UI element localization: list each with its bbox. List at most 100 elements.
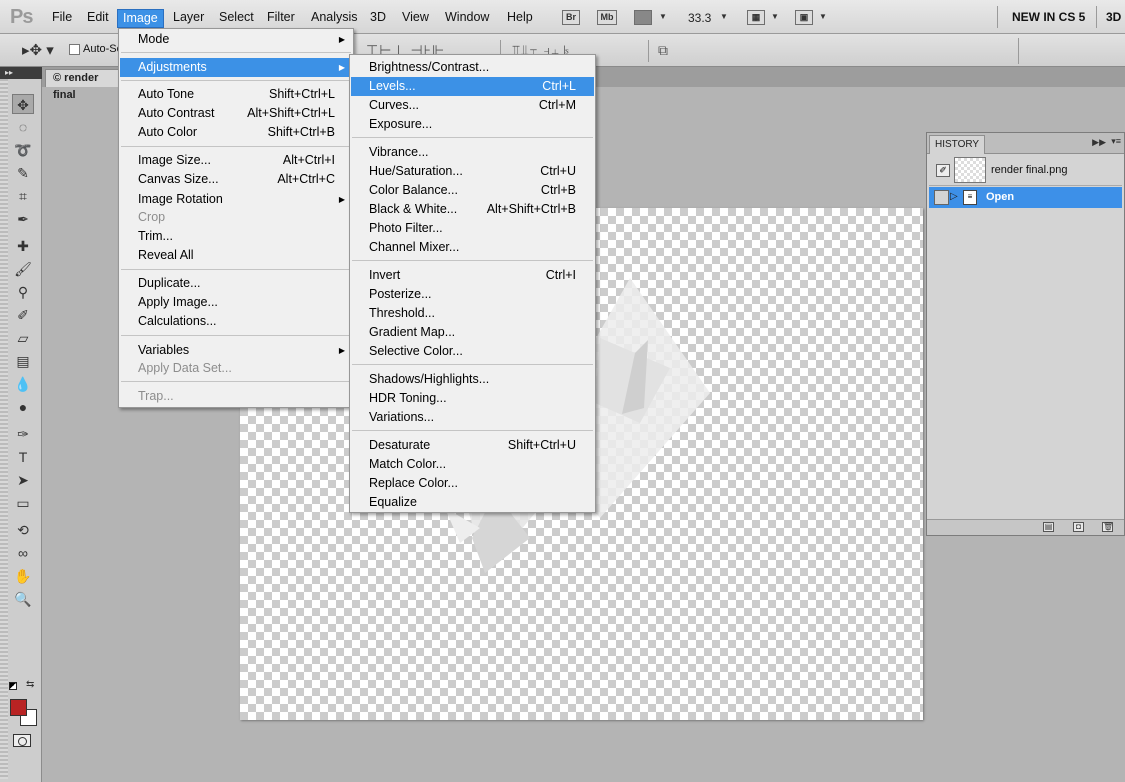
menu-item-duplicate[interactable]: Duplicate... bbox=[120, 274, 352, 293]
path-selection-tool-icon[interactable]: ➤ bbox=[12, 470, 34, 490]
bridge-icon[interactable]: Br bbox=[562, 10, 580, 25]
screen-mode-icon[interactable]: ▣ bbox=[795, 10, 813, 25]
menu-item-match-color[interactable]: Match Color... bbox=[351, 455, 594, 474]
mini-bridge-icon[interactable]: Mb bbox=[597, 10, 617, 25]
arrange-dropdown-icon[interactable]: ▼ bbox=[771, 12, 779, 21]
menu-item-image-rotation[interactable]: Image Rotation ▶ bbox=[120, 190, 352, 209]
menu-item-color-balance[interactable]: Color Balance... Ctrl+B bbox=[351, 181, 594, 200]
healing-brush-tool-icon[interactable]: ✚ bbox=[12, 236, 34, 256]
pen-tool-icon[interactable]: ✑ bbox=[12, 424, 34, 444]
menu-layer[interactable]: Layer bbox=[168, 9, 209, 27]
menu-item-reveal-all[interactable]: Reveal All bbox=[120, 246, 352, 265]
menu-item-auto-contrast[interactable]: Auto Contrast Alt+Shift+Ctrl+L bbox=[120, 104, 352, 123]
menu-item-variations[interactable]: Variations... bbox=[351, 408, 594, 427]
zoom-tool-icon[interactable]: 🔍 bbox=[12, 589, 34, 609]
workspace-3d[interactable]: 3D bbox=[1106, 10, 1121, 24]
menu-help[interactable]: Help bbox=[502, 9, 538, 27]
workspace-new-in-cs5[interactable]: NEW IN CS 5 bbox=[1012, 10, 1085, 24]
menu-filter[interactable]: Filter bbox=[262, 9, 300, 27]
lasso-tool-icon[interactable]: ➰ bbox=[12, 140, 34, 160]
menu-item-replace-color[interactable]: Replace Color... bbox=[351, 474, 594, 493]
blur-tool-icon[interactable]: 💧 bbox=[12, 374, 34, 394]
3d-rotate-tool-icon[interactable]: ⟲ bbox=[12, 520, 34, 540]
arrange-documents-icon[interactable]: ▦ bbox=[747, 10, 765, 25]
menu-item-trim[interactable]: Trim... bbox=[120, 227, 352, 246]
menu-edit[interactable]: Edit bbox=[82, 9, 114, 27]
collapse-panel-icon[interactable]: ▶▶ bbox=[1092, 137, 1106, 148]
3d-orbit-tool-icon[interactable]: ∞ bbox=[12, 543, 34, 563]
rectangle-tool-icon[interactable]: ▭ bbox=[12, 493, 34, 513]
eraser-tool-icon[interactable]: ▱ bbox=[12, 328, 34, 348]
menu-file[interactable]: File bbox=[47, 9, 77, 27]
eyedropper-tool-icon[interactable]: ✒ bbox=[12, 209, 34, 229]
menu-item-photo-filter[interactable]: Photo Filter... bbox=[351, 219, 594, 238]
menu-item-variables[interactable]: Variables ▶ bbox=[120, 341, 352, 360]
panel-grip[interactable] bbox=[0, 79, 8, 779]
menu-item-shadows-highlights[interactable]: Shadows/Highlights... bbox=[351, 370, 594, 389]
menu-item-adjustments[interactable]: Adjustments ▶ bbox=[120, 58, 352, 77]
menu-item-auto-tone[interactable]: Auto Tone Shift+Ctrl+L bbox=[120, 85, 352, 104]
marquee-tool-icon[interactable]: ◌ bbox=[12, 117, 34, 137]
auto-align-layers-icon[interactable]: ⧉ bbox=[658, 42, 669, 59]
menu-item-selective-color[interactable]: Selective Color... bbox=[351, 342, 594, 361]
menu-item-exposure[interactable]: Exposure... bbox=[351, 115, 594, 134]
new-document-from-state-icon[interactable]: ▤ bbox=[1043, 522, 1054, 532]
delete-state-icon[interactable]: 🗑 bbox=[1102, 522, 1113, 532]
menu-item-black-white[interactable]: Black & White... Alt+Shift+Ctrl+B bbox=[351, 200, 594, 219]
menu-3d[interactable]: 3D bbox=[365, 9, 391, 27]
extras-dropdown-icon[interactable]: ▼ bbox=[659, 12, 667, 21]
menu-item-vibrance[interactable]: Vibrance... bbox=[351, 143, 594, 162]
hand-tool-icon[interactable]: ✋ bbox=[12, 566, 34, 586]
crop-tool-icon[interactable]: ⌗ bbox=[12, 186, 34, 206]
menu-analysis[interactable]: Analysis bbox=[306, 9, 363, 27]
menu-item-gradient-map[interactable]: Gradient Map... bbox=[351, 323, 594, 342]
type-tool-icon[interactable]: T bbox=[12, 447, 34, 467]
menu-item-canvas-size[interactable]: Canvas Size... Alt+Ctrl+C bbox=[120, 170, 352, 189]
quick-selection-tool-icon[interactable]: ✎ bbox=[12, 163, 34, 183]
history-state-open[interactable]: ▷ ≡ Open bbox=[929, 187, 1122, 208]
menu-item-channel-mixer[interactable]: Channel Mixer... bbox=[351, 238, 594, 257]
menu-select[interactable]: Select bbox=[214, 9, 259, 27]
document-tab[interactable]: © render final bbox=[45, 69, 125, 101]
menu-item-hue-saturation[interactable]: Hue/Saturation... Ctrl+U bbox=[351, 162, 594, 181]
move-tool-icon[interactable]: ✥ bbox=[12, 94, 34, 114]
menu-window[interactable]: Window bbox=[440, 9, 494, 27]
foreground-color-swatch[interactable] bbox=[10, 699, 27, 716]
menu-item-apply-image[interactable]: Apply Image... bbox=[120, 293, 352, 312]
menu-item-curves[interactable]: Curves... Ctrl+M bbox=[351, 96, 594, 115]
menu-item-brightness-contrast[interactable]: Brightness/Contrast... bbox=[351, 58, 594, 77]
screen-mode-dropdown-icon[interactable]: ▼ bbox=[819, 12, 827, 21]
panel-menu-icon[interactable]: ▾≡ bbox=[1111, 136, 1121, 147]
zoom-dropdown-icon[interactable]: ▼ bbox=[720, 12, 728, 21]
history-brush-source-icon[interactable]: ✐ bbox=[936, 164, 950, 177]
dodge-tool-icon[interactable]: ● bbox=[12, 397, 34, 417]
auto-select-checkbox[interactable] bbox=[69, 44, 80, 55]
gradient-tool-icon[interactable]: ▤ bbox=[12, 351, 34, 371]
menu-item-threshold[interactable]: Threshold... bbox=[351, 304, 594, 323]
history-brush-source-icon[interactable] bbox=[934, 190, 949, 205]
quick-mask-icon[interactable] bbox=[13, 734, 31, 747]
menu-item-image-size[interactable]: Image Size... Alt+Ctrl+I bbox=[120, 151, 352, 170]
extras-icon[interactable] bbox=[634, 10, 652, 25]
menu-item-desaturate[interactable]: Desaturate Shift+Ctrl+U bbox=[351, 436, 594, 455]
history-snapshot-row[interactable]: ✐ render final.png bbox=[929, 156, 1122, 186]
menu-item-levels[interactable]: Levels... Ctrl+L bbox=[351, 77, 594, 96]
zoom-level[interactable]: 33.3 bbox=[688, 11, 711, 25]
clone-stamp-tool-icon[interactable]: ⚲ bbox=[12, 282, 34, 302]
menu-image[interactable]: Image bbox=[117, 9, 164, 28]
move-tool-preset-icon[interactable]: ▸✥ ▾ bbox=[22, 41, 54, 59]
create-snapshot-icon[interactable]: ◘ bbox=[1073, 522, 1084, 532]
menu-item-invert[interactable]: Invert Ctrl+I bbox=[351, 266, 594, 285]
menu-item-mode[interactable]: Mode ▶ bbox=[120, 30, 352, 49]
menu-item-hdr-toning[interactable]: HDR Toning... bbox=[351, 389, 594, 408]
brush-tool-icon[interactable]: 🖌 bbox=[12, 259, 34, 279]
menu-item-auto-color[interactable]: Auto Color Shift+Ctrl+B bbox=[120, 123, 352, 142]
history-tab[interactable]: HISTORY bbox=[929, 135, 985, 154]
menu-item-equalize[interactable]: Equalize bbox=[351, 493, 594, 512]
menu-item-posterize[interactable]: Posterize... bbox=[351, 285, 594, 304]
menu-view[interactable]: View bbox=[397, 9, 434, 27]
menu-item-calculations[interactable]: Calculations... bbox=[120, 312, 352, 331]
history-brush-tool-icon[interactable]: ✐ bbox=[12, 305, 34, 325]
collapse-tools-icon[interactable]: ▸▸ bbox=[0, 67, 42, 79]
default-colors-icon[interactable] bbox=[9, 682, 17, 690]
